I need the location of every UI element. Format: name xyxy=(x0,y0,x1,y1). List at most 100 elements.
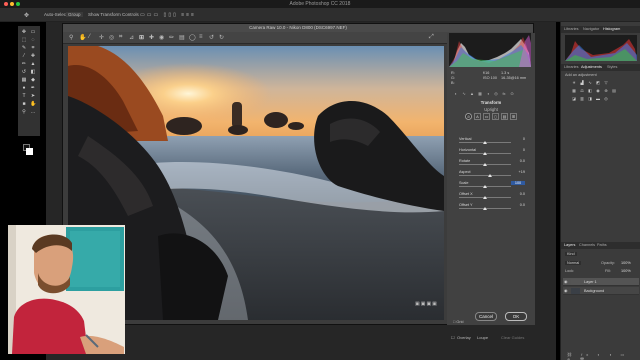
slider-row-offset-x[interactable]: Offset X 0.0 xyxy=(459,192,533,201)
threshold-icon[interactable]: ◨ xyxy=(587,96,593,101)
straighten-tool-icon[interactable]: ⊿ xyxy=(129,34,134,41)
hand-tool-icon[interactable]: ✋ xyxy=(79,34,86,41)
slider-handle[interactable] xyxy=(483,207,487,210)
brightness-icon[interactable]: ☀ xyxy=(571,80,577,85)
tab-libraries-2[interactable]: Libraries xyxy=(564,65,579,69)
auto-select-label[interactable]: Auto-Select: xyxy=(44,12,69,17)
slider-row-scale[interactable]: Scale 100 xyxy=(459,181,533,190)
red-eye-icon[interactable]: ◉ xyxy=(159,34,164,41)
tab-layers[interactable]: Layers xyxy=(564,243,575,247)
hsl-tab-icon[interactable]: ▦ xyxy=(477,91,483,96)
ok-button[interactable]: OK xyxy=(505,312,527,321)
color-balance-icon[interactable]: ⚖ xyxy=(579,88,585,93)
opacity-value[interactable]: 100% xyxy=(621,261,631,265)
invert-icon[interactable]: ◪ xyxy=(571,96,577,101)
color-lookup-icon[interactable]: ▤ xyxy=(611,88,617,93)
blend-mode-dropdown[interactable]: Normal xyxy=(565,261,582,265)
overlay-checkbox[interactable]: ☐ xyxy=(451,335,455,340)
posterize-icon[interactable]: ▥ xyxy=(579,96,585,101)
grid-checkbox-icon[interactable]: □ xyxy=(453,320,455,324)
color-sampler-tool-icon[interactable]: ✛ xyxy=(99,34,104,41)
more-tools-icon[interactable]: … xyxy=(30,110,36,115)
targeted-adjustment-icon[interactable]: ◎ xyxy=(109,34,114,41)
kind-filter[interactable]: Kind xyxy=(565,252,577,256)
rotate-ccw-icon[interactable]: ↺ xyxy=(209,34,214,41)
tab-libraries[interactable]: Libraries xyxy=(564,27,579,31)
tab-paths[interactable]: Paths xyxy=(597,243,607,247)
slider-row-aspect[interactable]: Aspect +19 xyxy=(459,170,533,179)
upright-off-button[interactable]: ⊘ xyxy=(465,113,472,120)
layer-action-icons[interactable]: ⛓ fx ◐ ◑ ▭ ⊕ 🗑 xyxy=(567,352,640,360)
layer-row[interactable]: ◉ Background xyxy=(563,287,639,295)
radial-filter-icon[interactable]: ◯ xyxy=(189,34,196,41)
marquee-tool-icon[interactable]: ⬚ xyxy=(21,38,27,43)
slider-handle[interactable] xyxy=(483,163,487,166)
slider-value-field[interactable]: 0.0 xyxy=(511,159,525,163)
levels-icon[interactable]: ▟ xyxy=(579,80,585,85)
layer-row[interactable]: ◉ Layer 1 xyxy=(563,278,639,286)
spot-removal-icon[interactable]: ✚ xyxy=(149,34,154,41)
hand-tool-icon[interactable]: ✋ xyxy=(30,102,36,107)
tab-styles[interactable]: Styles xyxy=(607,65,617,69)
dodge-tool-icon[interactable]: ● xyxy=(21,86,27,91)
split-toning-tab-icon[interactable]: ◑ xyxy=(485,91,491,96)
align-icons[interactable]: ▭▭▭ ▯▯▯ ≡≡≡ xyxy=(140,12,196,18)
slider-handle[interactable] xyxy=(483,185,487,188)
tab-histogram[interactable]: Histogram xyxy=(603,27,620,31)
slider-handle[interactable] xyxy=(483,141,487,144)
vibrance-icon[interactable]: ▽ xyxy=(603,80,609,85)
eraser-tool-icon[interactable]: ◧ xyxy=(30,70,36,75)
adjustment-brush-icon[interactable]: ✏ xyxy=(169,34,174,41)
tone-curve-tab-icon[interactable]: ∿ xyxy=(461,91,467,96)
tab-channels[interactable]: Channels xyxy=(579,243,595,247)
slider-value-field[interactable]: +19 xyxy=(511,170,525,174)
gradient-tool-icon[interactable]: ▦ xyxy=(21,78,27,83)
effects-tab-icon[interactable]: fx xyxy=(501,91,507,96)
path-select-tool-icon[interactable]: ➤ xyxy=(30,94,36,99)
view-mode-icons[interactable]: ▣▣▣▣ xyxy=(415,301,438,307)
quick-select-tool-icon[interactable]: ✎ xyxy=(21,46,27,51)
brush-tool-icon[interactable]: ✏ xyxy=(21,62,27,67)
upright-full-button[interactable]: ▤ xyxy=(501,113,508,120)
slider-row-horizontal[interactable]: Horizontal 0 xyxy=(459,148,533,157)
slider-row-offset-y[interactable]: Offset Y 0.0 xyxy=(459,203,533,212)
background-color-swatch[interactable] xyxy=(26,148,33,155)
black-white-icon[interactable]: ◧ xyxy=(587,88,593,93)
upright-level-button[interactable]: ▭ xyxy=(483,113,490,120)
slider-value-field[interactable]: 100 xyxy=(511,181,525,185)
white-balance-tool-icon[interactable]: ⁄ xyxy=(89,34,90,40)
preferences-icon[interactable]: ≡ xyxy=(199,34,203,40)
zoom-tool-icon[interactable]: ⚲ xyxy=(69,34,73,41)
slider-value-field[interactable]: 0.0 xyxy=(511,192,525,196)
photo-filter-icon[interactable]: ◉ xyxy=(595,88,601,93)
stamp-tool-icon[interactable]: ▲ xyxy=(30,62,36,67)
upright-auto-button[interactable]: A xyxy=(474,113,481,120)
slider-handle[interactable] xyxy=(483,152,487,155)
auto-select-dropdown[interactable]: Group xyxy=(66,12,83,17)
crop-tool-icon[interactable]: ⌗ xyxy=(30,46,36,51)
history-brush-tool-icon[interactable]: ↺ xyxy=(21,70,27,75)
visibility-eye-icon[interactable]: ◉ xyxy=(564,279,568,284)
hue-saturation-icon[interactable]: ▦ xyxy=(571,88,577,93)
artboard-tool-icon[interactable]: ▭ xyxy=(30,30,36,35)
loupe-label[interactable]: Loupe xyxy=(477,335,488,340)
fill-value[interactable]: 100% xyxy=(621,269,631,273)
type-tool-icon[interactable]: T xyxy=(21,94,27,99)
move-tool-icon[interactable]: ✥ xyxy=(21,30,27,35)
show-transform-controls-checkbox[interactable]: Show Transform Controls xyxy=(88,12,139,17)
slider-handle[interactable] xyxy=(483,196,487,199)
upright-guided-button[interactable]: ⊞ xyxy=(510,113,517,120)
blur-tool-icon[interactable]: ◆ xyxy=(30,78,36,83)
cancel-button[interactable]: Cancel xyxy=(475,312,497,321)
pen-tool-icon[interactable]: ✒ xyxy=(30,86,36,91)
tab-adjustments[interactable]: Adjustments xyxy=(581,65,602,69)
basic-tab-icon[interactable]: ◐ xyxy=(453,91,459,96)
slider-row-rotate[interactable]: Rotate 0.0 xyxy=(459,159,533,168)
upright-vertical-button[interactable]: ▯ xyxy=(492,113,499,120)
zoom-tool-icon[interactable]: ⚲ xyxy=(21,110,27,115)
gradient-map-icon[interactable]: ▬ xyxy=(595,96,601,101)
slider-track[interactable] xyxy=(459,175,511,176)
slider-row-vertical[interactable]: Vertical 0 xyxy=(459,137,533,146)
visibility-eye-icon[interactable]: ◉ xyxy=(564,288,568,293)
crop-tool-icon[interactable]: ⌗ xyxy=(119,34,122,41)
